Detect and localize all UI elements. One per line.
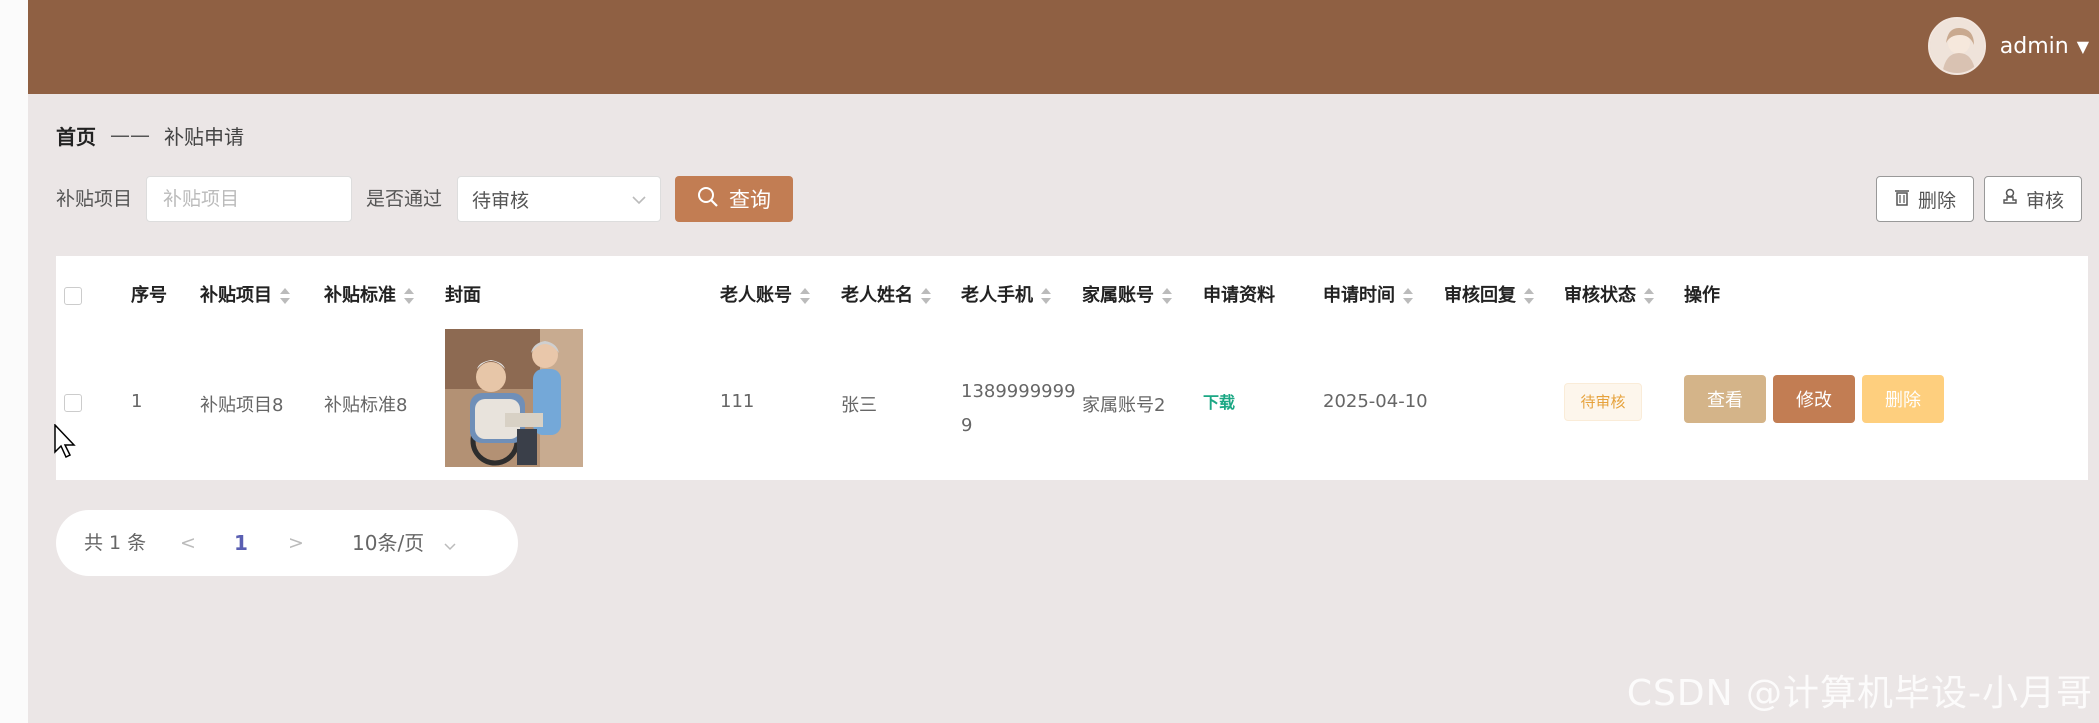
row-project: 补贴项目8 — [200, 395, 284, 416]
sort-icon[interactable] — [280, 287, 290, 305]
project-search-input[interactable] — [146, 176, 352, 222]
row-elder-name: 张三 — [841, 395, 877, 416]
column-header-apply-time[interactable]: 申请时间 — [1323, 280, 1413, 312]
row-family-account: 家属账号2 — [1082, 395, 1166, 416]
project-filter-label: 补贴项目 — [56, 188, 133, 210]
trash-icon — [1894, 188, 1910, 211]
edit-button[interactable]: 修改 — [1773, 375, 1855, 423]
sort-icon[interactable] — [921, 287, 931, 305]
breadcrumb-current: 补贴申请 — [164, 124, 244, 149]
breadcrumb-home[interactable]: 首页 — [56, 121, 96, 150]
mouse-cursor-icon — [54, 423, 78, 464]
breadcrumb: 首页 —— 补贴申请 — [56, 120, 244, 150]
breadcrumb-separator: —— — [110, 123, 150, 147]
chevron-down-icon[interactable] — [444, 512, 456, 578]
avatar-image — [1929, 19, 1984, 73]
column-header-review-reply[interactable]: 审核回复 — [1444, 280, 1534, 312]
batch-delete-label: 删除 — [1917, 189, 1956, 212]
column-header-cover: 封面 — [445, 285, 481, 306]
sort-icon[interactable] — [1403, 287, 1413, 305]
sort-icon[interactable] — [1644, 287, 1654, 305]
column-header-index: 序号 — [131, 285, 167, 306]
download-link[interactable]: 下载 — [1203, 389, 1235, 413]
column-header-elder-phone[interactable]: 老人手机 — [961, 280, 1051, 312]
delete-button[interactable]: 删除 — [1862, 375, 1944, 423]
cover-image[interactable] — [445, 329, 583, 467]
column-header-elder-account[interactable]: 老人账号 — [720, 280, 810, 312]
column-header-materials: 申请资料 — [1203, 285, 1275, 306]
row-standard: 补贴标准8 — [324, 395, 408, 416]
watermark: CSDN @计算机毕设-小月哥 — [1626, 673, 2093, 714]
user-menu[interactable]: admin ▼ — [1927, 17, 2089, 75]
pagination: 共 1 条 < 1 > 10条/页 — [56, 510, 518, 576]
phone-line-2: 9 — [961, 415, 973, 436]
next-page-button[interactable]: > — [288, 510, 304, 576]
column-header-actions: 操作 — [1684, 285, 1720, 306]
total-count: 共 1 条 — [84, 532, 147, 554]
row-index: 1 — [131, 391, 143, 412]
row-apply-time: 2025-04-10 — [1323, 391, 1428, 412]
query-button[interactable]: 查询 — [675, 176, 793, 222]
row-elder-account: 111 — [720, 391, 755, 412]
query-button-label: 查询 — [729, 188, 771, 212]
sort-icon[interactable] — [1162, 287, 1172, 305]
view-button[interactable]: 查看 — [1684, 375, 1766, 423]
page-size-select[interactable]: 10条/页 — [352, 510, 424, 576]
prev-page-button[interactable]: < — [180, 510, 196, 576]
sort-icon[interactable] — [1041, 287, 1051, 305]
batch-delete-button[interactable]: 删除 — [1876, 176, 1974, 222]
avatar[interactable] — [1927, 17, 1986, 75]
sort-icon[interactable] — [1524, 287, 1534, 305]
chevron-down-icon[interactable]: ▼ — [2077, 37, 2089, 56]
subsidy-table: 序号 补贴项目 补贴标准 封面 老人账号 老人姓名 老人手机 家属账号 申请资料… — [56, 256, 2088, 480]
column-header-family-account[interactable]: 家属账号 — [1082, 280, 1172, 312]
pass-filter-label: 是否通过 — [366, 188, 443, 210]
username[interactable]: admin — [2000, 34, 2069, 59]
row-elder-phone: 1389999999 9 — [961, 375, 1076, 443]
column-header-project[interactable]: 补贴项目 — [200, 280, 290, 312]
column-header-standard[interactable]: 补贴标准 — [324, 280, 414, 312]
phone-line-1: 1389999999 — [961, 381, 1076, 402]
batch-review-button[interactable]: 审核 — [1984, 176, 2082, 222]
search-icon — [697, 186, 719, 213]
left-strip — [0, 0, 28, 723]
column-header-elder-name[interactable]: 老人姓名 — [841, 280, 931, 312]
column-header-review-status[interactable]: 审核状态 — [1564, 280, 1654, 312]
sort-icon[interactable] — [404, 287, 414, 305]
stamp-icon — [2002, 188, 2018, 211]
status-badge: 待审核 — [1564, 383, 1642, 421]
top-header: admin ▼ — [28, 0, 2099, 94]
sort-icon[interactable] — [800, 287, 810, 305]
page-number-current[interactable]: 1 — [234, 510, 248, 576]
select-all-checkbox[interactable] — [64, 287, 82, 305]
pass-status-value: 待审核 — [472, 189, 530, 212]
row-checkbox[interactable] — [64, 394, 82, 412]
pass-status-select[interactable]: 待审核 — [457, 176, 661, 222]
batch-review-label: 审核 — [2025, 189, 2064, 212]
chevron-down-icon — [632, 188, 646, 210]
